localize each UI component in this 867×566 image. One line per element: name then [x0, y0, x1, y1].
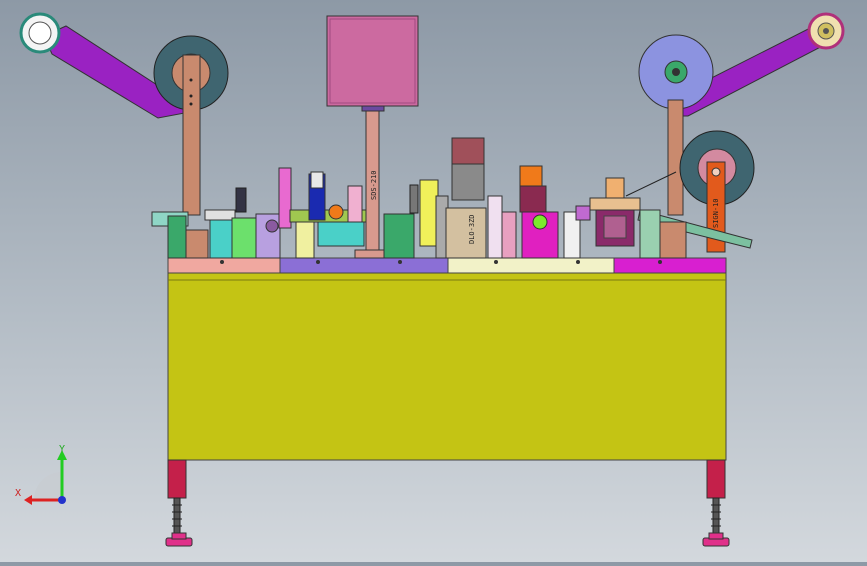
left-arm-assembly	[19, 12, 229, 216]
machine-assembly-drawing: SDS-210 SIGN-10 DLO-3ZD Y X	[15, 12, 845, 547]
center-block-label: DLO-3ZD	[468, 214, 476, 244]
x-axis-label: X	[15, 488, 21, 499]
cabinet-body	[167, 272, 727, 461]
mechanism-cluster: DLO-3ZD	[151, 137, 687, 259]
z-axis-dot	[58, 496, 66, 504]
right-upright-post	[667, 99, 684, 216]
right-leg	[702, 459, 730, 547]
cad-viewport[interactable]: SDS-210 SIGN-10 DLO-3ZD Y X	[0, 0, 867, 562]
right-block-label: SIGN-10	[712, 198, 720, 228]
top-plate	[167, 257, 727, 274]
left-leg	[165, 459, 193, 547]
y-axis-label: Y	[59, 444, 65, 455]
right-arm-assembly: SIGN-10	[637, 12, 845, 253]
column-label: SDS-210	[370, 170, 378, 200]
top-housing-box	[326, 15, 419, 107]
axis-triad: Y X	[15, 444, 67, 505]
machine-cabinet	[167, 272, 727, 461]
